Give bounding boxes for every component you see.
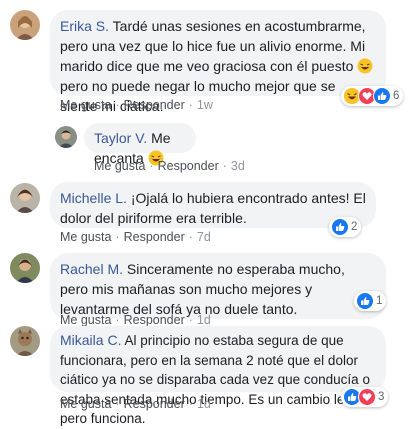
reaction-count: 1 xyxy=(376,295,383,307)
like-link[interactable]: Me gusta xyxy=(60,397,111,411)
reply-link[interactable]: Responder xyxy=(124,397,185,411)
like-link[interactable]: Me gusta xyxy=(60,313,111,327)
comment-actions: Me gusta · Responder · 7d xyxy=(60,230,211,244)
comment-bubble: Michelle L. ¡Ojalá lo hubiera encontrado… xyxy=(50,182,376,228)
like-link[interactable]: Me gusta xyxy=(60,230,111,244)
like-link[interactable]: Me gusta xyxy=(60,98,111,112)
comment-bubble: Erika S. Tardé unas sesiones en acostumb… xyxy=(50,10,386,114)
avatar[interactable] xyxy=(10,253,40,283)
comment-actions: Me gusta · Responder · 3d xyxy=(94,159,245,173)
reply-link[interactable]: Responder xyxy=(124,230,185,244)
timestamp[interactable]: 7d xyxy=(197,230,211,244)
reply-link[interactable]: Responder xyxy=(158,159,219,173)
reaction-summary[interactable]: 2 xyxy=(329,217,362,237)
comment-author[interactable]: Erika S. xyxy=(60,18,109,34)
reaction-count: 6 xyxy=(393,90,400,102)
comment-actions: Me gusta · Responder · 1w xyxy=(60,98,213,112)
comment-author[interactable]: Mikaila C. xyxy=(60,332,121,348)
comment-bubble: Mikaila C. Al principio no estaba segura… xyxy=(50,326,386,426)
laughing-emoji-icon xyxy=(357,58,373,74)
avatar[interactable] xyxy=(10,326,40,356)
comment-actions: Me gusta · Responder · 1d xyxy=(60,397,211,411)
reaction-summary[interactable]: 3 xyxy=(341,387,389,407)
reaction-count: 3 xyxy=(378,391,385,403)
comment-author[interactable]: Taylor V. xyxy=(94,130,147,146)
comment-author[interactable]: Rachel M. xyxy=(60,261,123,277)
comment-bubble: Rachel M. Sinceramente no esperaba mucho… xyxy=(50,253,386,319)
avatar[interactable] xyxy=(10,183,40,213)
reaction-count: 2 xyxy=(351,221,358,233)
like-reaction-icon xyxy=(373,87,391,105)
avatar[interactable] xyxy=(10,10,40,40)
like-reaction-icon xyxy=(356,292,374,310)
comment-bubble: Taylor V. Me encanta xyxy=(84,123,196,166)
reply-link[interactable]: Responder xyxy=(124,313,185,327)
timestamp[interactable]: 1w xyxy=(197,98,213,112)
reaction-summary[interactable]: 1 xyxy=(354,291,387,311)
like-reaction-icon xyxy=(331,218,349,236)
timestamp[interactable]: 1d xyxy=(197,313,211,327)
reaction-summary[interactable]: 6 xyxy=(341,86,404,106)
comment-author[interactable]: Michelle L. xyxy=(60,190,127,206)
timestamp[interactable]: 3d xyxy=(231,159,245,173)
avatar[interactable] xyxy=(55,126,77,148)
reply-link[interactable]: Responder xyxy=(124,98,185,112)
timestamp[interactable]: 1d xyxy=(197,397,211,411)
comment-actions: Me gusta · Responder · 1d xyxy=(60,313,211,327)
like-link[interactable]: Me gusta xyxy=(94,159,145,173)
love-reaction-icon xyxy=(358,388,376,406)
